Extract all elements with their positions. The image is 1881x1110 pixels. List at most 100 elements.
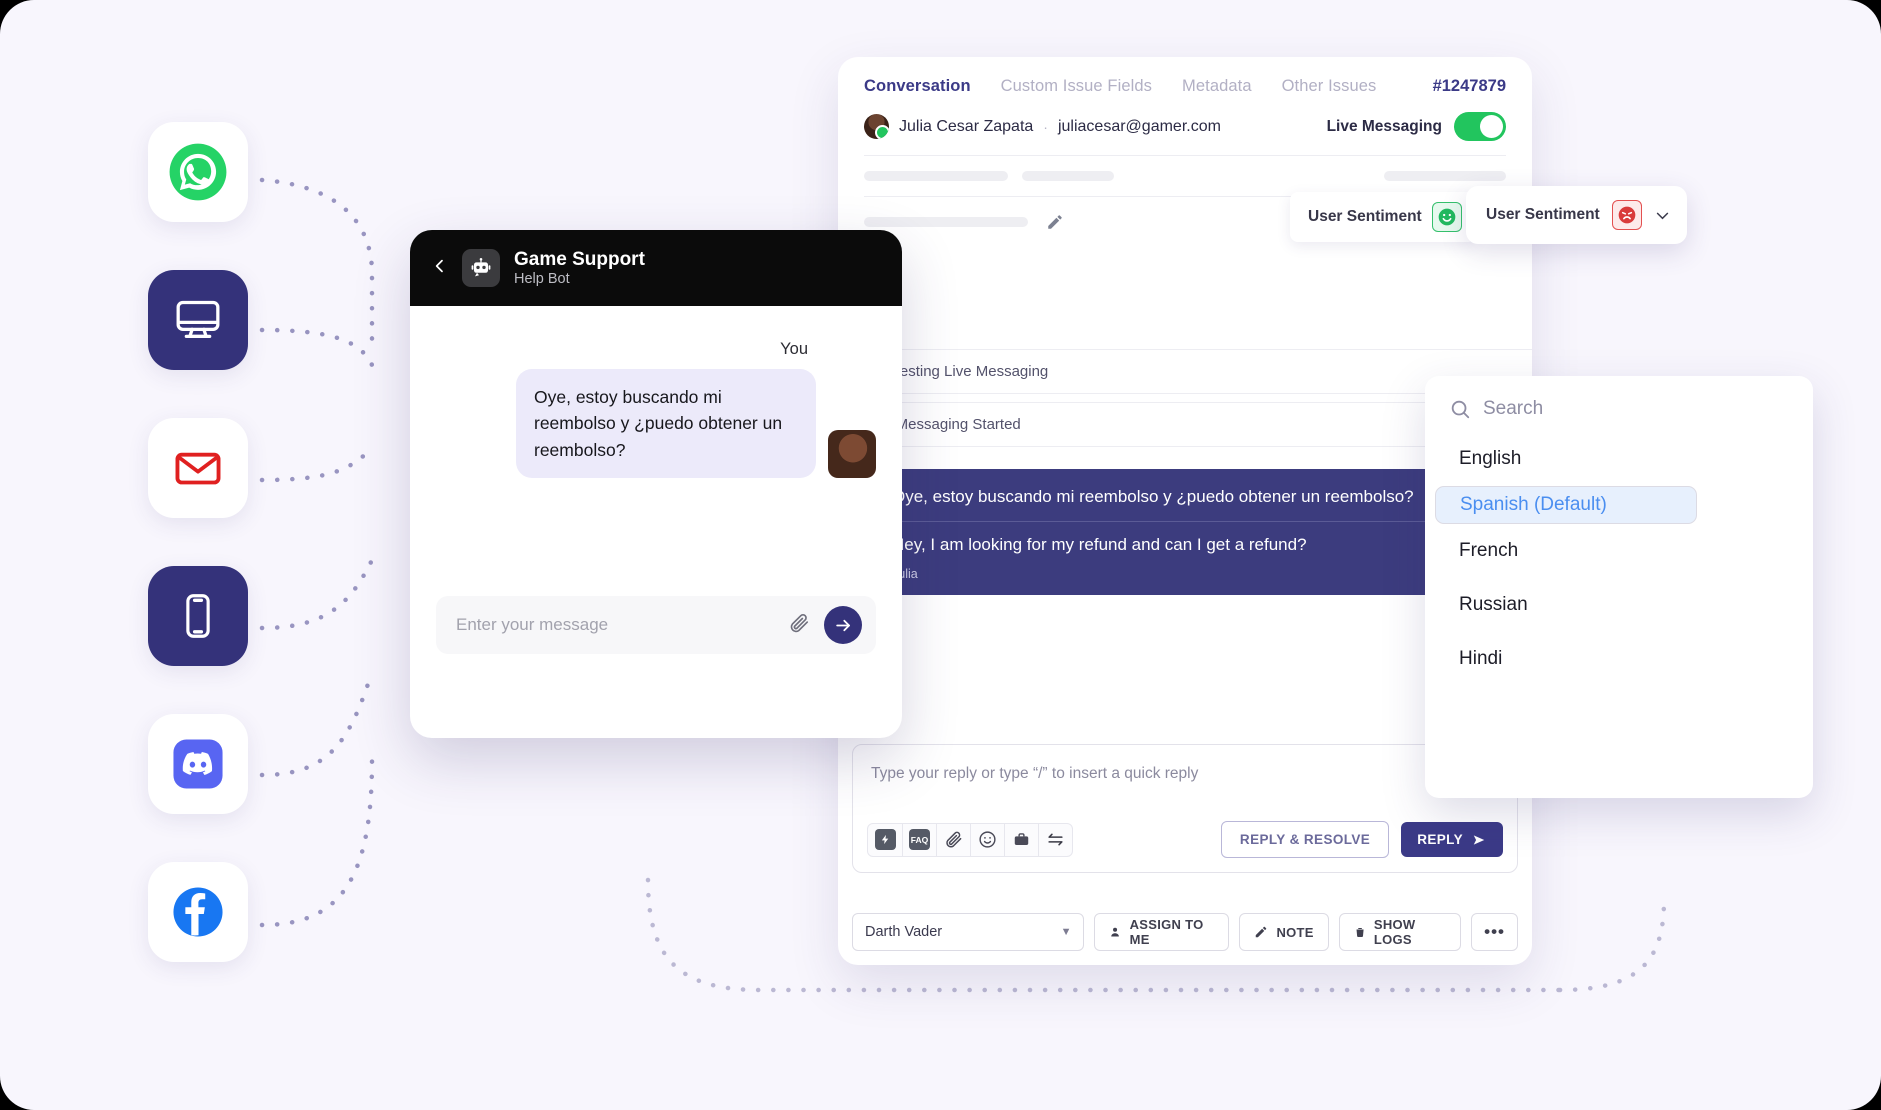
ticket-id: #1247879 — [1432, 77, 1506, 95]
skeleton-bar — [864, 171, 1008, 181]
smiling-face-icon — [1431, 202, 1462, 232]
chevron-left-icon[interactable] — [432, 255, 448, 281]
tab-metadata[interactable]: Metadata — [1182, 77, 1252, 96]
user-sentiment-label: User Sentiment — [1486, 206, 1600, 223]
channel-facebook[interactable] — [148, 862, 248, 962]
reply-button[interactable]: REPLY — [1401, 822, 1503, 857]
robot-icon — [462, 249, 500, 287]
composer-toolbar: FAQ REPLY & RESOLVE REPLY — [853, 811, 1517, 872]
composer-placeholder[interactable]: Type your reply or type “/” to insert a … — [871, 761, 1198, 783]
send-icon — [1473, 834, 1485, 845]
tool-transfer[interactable] — [1038, 823, 1072, 856]
avatar — [864, 114, 889, 139]
language-option-russian[interactable]: Russian — [1435, 578, 1803, 632]
live-messaging-control: Live Messaging — [1327, 112, 1506, 141]
more-actions-button[interactable]: ••• — [1471, 913, 1518, 951]
customer-row: Julia Cesar Zapata · juliacesar@gamer.co… — [838, 110, 1532, 155]
skeleton-bar — [864, 217, 1028, 227]
tab-conversation[interactable]: Conversation — [864, 77, 971, 96]
widget-title: Game Support — [514, 249, 645, 271]
chevron-down-icon: ▼ — [1060, 926, 1072, 938]
chat-widget: Game Support Help Bot You Oye, estoy bus… — [410, 230, 902, 738]
channel-rail — [148, 122, 252, 1010]
widget-message-bubble: Oye, estoy buscando mi reembolso y ¿pued… — [516, 369, 816, 478]
composer-tool-group: FAQ — [867, 822, 1073, 857]
composer-actions: REPLY & RESOLVE REPLY — [1220, 821, 1503, 858]
widget-message-list: You Oye, estoy buscando mi reembolso y ¿… — [410, 306, 902, 678]
tool-emoji[interactable] — [970, 823, 1004, 856]
language-search-row[interactable]: Search — [1425, 376, 1813, 432]
ticket-action-bar: Darth Vader ▼ ASSIGN TO ME NOTE SHOW LOG… — [852, 913, 1518, 951]
customer-email: juliacesar@gamer.com — [1057, 117, 1221, 135]
smiley-icon — [979, 831, 996, 848]
user-sentiment-badge-back[interactable]: User Sentiment — [1290, 192, 1476, 242]
tab-custom-issue-fields[interactable]: Custom Issue Fields — [1001, 77, 1152, 96]
live-messaging-toggle[interactable] — [1454, 112, 1506, 141]
message-translated: Hey, I am looking for my refund and can … — [892, 535, 1307, 555]
frowning-face-icon — [1611, 200, 1642, 230]
tool-canned[interactable] — [1004, 823, 1038, 856]
show-logs-button[interactable]: SHOW LOGS — [1338, 913, 1462, 951]
assign-to-me-button[interactable]: ASSIGN TO ME — [1094, 913, 1230, 951]
channel-email[interactable] — [148, 418, 248, 518]
channel-whatsapp[interactable] — [148, 122, 248, 222]
desktop-monitor-icon — [176, 300, 220, 338]
reply-and-resolve-button[interactable]: REPLY & RESOLVE — [1220, 821, 1390, 858]
widget-send-button[interactable] — [824, 606, 862, 644]
desk-tab-bar: Conversation Custom Issue Fields Metadat… — [838, 57, 1532, 110]
composer-input-row: Type your reply or type “/” to insert a … — [853, 745, 1517, 811]
facebook-icon — [173, 887, 223, 937]
reply-button-label: REPLY — [1417, 832, 1463, 847]
lightning-bolt-icon — [874, 829, 896, 850]
show-logs-label: SHOW LOGS — [1373, 917, 1416, 947]
paperclip-icon — [946, 831, 962, 848]
widget-message-input[interactable]: Enter your message — [456, 615, 608, 635]
language-option-french[interactable]: French — [1435, 524, 1803, 578]
channel-mobile[interactable] — [148, 566, 248, 666]
tab-other-issues[interactable]: Other Issues — [1282, 77, 1377, 96]
trash-icon — [1356, 927, 1364, 938]
customer-message-bubble: 文 A Oye, estoy buscando mi reembolso y ¿… — [872, 469, 1506, 596]
message-author: Julia — [892, 567, 918, 582]
divider — [892, 521, 1454, 523]
channel-web[interactable] — [148, 270, 248, 370]
language-option-english[interactable]: English — [1435, 432, 1803, 486]
tool-attach[interactable] — [936, 823, 970, 856]
separator-dot: · — [1043, 118, 1048, 135]
live-messaging-label: Live Messaging — [1326, 117, 1442, 135]
tool-quick-reply[interactable] — [868, 824, 902, 856]
person-icon — [1111, 927, 1120, 937]
user-sentiment-label: User Sentiment — [1308, 208, 1422, 225]
widget-attach-button[interactable] — [788, 612, 810, 639]
customer-name: Julia Cesar Zapata — [899, 117, 1034, 135]
skeleton-bar — [1022, 171, 1114, 181]
channel-discord[interactable] — [148, 714, 248, 814]
whatsapp-icon — [169, 143, 227, 201]
chevron-down-icon[interactable] — [1654, 207, 1671, 224]
assignee-select[interactable]: Darth Vader ▼ — [852, 913, 1085, 951]
widget-header: Game Support Help Bot — [410, 230, 902, 306]
note-button[interactable]: NOTE — [1239, 913, 1329, 951]
language-option-hindi[interactable]: Hindi — [1435, 632, 1803, 686]
smartphone-icon — [186, 594, 210, 638]
message-sender-label: You — [780, 340, 808, 358]
avatar — [828, 429, 876, 478]
user-sentiment-badge-front[interactable]: User Sentiment — [1466, 186, 1687, 244]
briefcase-icon — [1014, 833, 1029, 846]
paperclip-icon — [790, 613, 809, 632]
page-root: Conversation Custom Issue Fields Metadat… — [0, 0, 1881, 1110]
envelope-icon — [175, 452, 221, 485]
widget-subtitle: Help Bot — [514, 270, 570, 287]
metadata-skeleton-row — [838, 156, 1532, 196]
faq-icon: FAQ — [909, 829, 930, 850]
language-search-input[interactable]: Search — [1483, 398, 1543, 420]
search-icon — [1451, 400, 1470, 419]
edit-pencil-icon[interactable] — [1046, 213, 1064, 231]
tool-faq[interactable]: FAQ — [902, 823, 936, 856]
widget-message-row: Oye, estoy buscando mi reembolso y ¿pued… — [436, 369, 876, 478]
assign-to-me-label: ASSIGN TO ME — [1129, 917, 1204, 947]
language-option-spanish[interactable]: Spanish (Default) — [1435, 486, 1697, 524]
language-dropdown: Search English Spanish (Default) French … — [1425, 376, 1813, 798]
transfer-arrows-icon — [1048, 833, 1063, 846]
